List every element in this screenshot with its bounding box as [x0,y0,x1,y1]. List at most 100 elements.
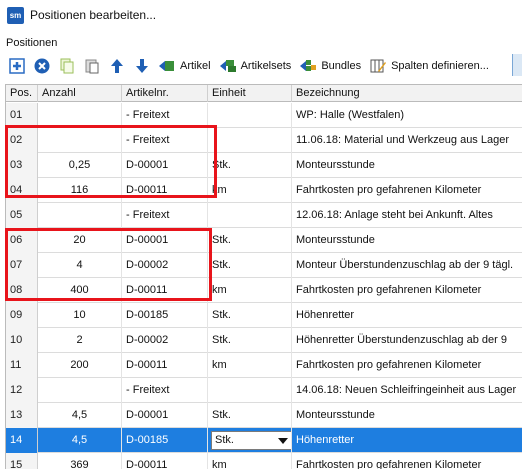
cell-artikelnr[interactable]: D-00002 [122,253,208,278]
cell-pos[interactable]: 11 [6,353,38,378]
cell-pos[interactable]: 07 [6,253,38,278]
cell-pos[interactable]: 10 [6,328,38,353]
add-position-icon[interactable] [6,55,28,77]
delete-icon[interactable] [31,55,53,77]
table-row[interactable]: 11 200 D-00011 km Fahrtkosten pro gefahrenen… [6,353,522,378]
cell-bezeichnung[interactable]: Monteur Überstundenzuschlag ab der 9 täg… [292,253,522,278]
cell-pos[interactable]: 12 [6,378,38,403]
add-article-button[interactable]: Artikel [156,55,211,77]
cell-anzahl[interactable]: 369 [38,453,122,469]
paste-icon[interactable] [81,55,103,77]
define-columns-button[interactable]: Spalten definieren... [367,55,489,77]
cell-pos[interactable]: 04 [6,178,38,203]
table-row[interactable]: 10 2 D-00002 Stk. Höhenretter Überstundenzus… [6,328,522,353]
toolbar-overflow-button[interactable] [512,54,522,76]
column-header-artikelnr[interactable]: Artikelnr. [122,85,208,102]
table-row[interactable]: 04 116 D-00011 km Fahrtkosten pro gefahrenen… [6,178,522,203]
move-down-icon[interactable] [131,55,153,77]
cell-artikelnr[interactable]: D-00185 [122,428,208,453]
cell-anzahl[interactable] [38,203,122,228]
column-header-einheit[interactable]: Einheit [208,85,292,102]
table-row[interactable]: 09 10 D-00185 Stk. Höhenretter [6,303,522,328]
table-row[interactable]: 01 - Freitext WP: Halle (Westfalen) [6,103,522,128]
cell-pos[interactable]: 15 [6,453,38,469]
cell-einheit[interactable] [208,203,292,228]
cell-anzahl[interactable]: 4,5 [38,403,122,428]
cell-artikelnr[interactable]: D-00011 [122,453,208,469]
cell-anzahl[interactable]: 116 [38,178,122,203]
cell-pos[interactable]: 09 [6,303,38,328]
cell-artikelnr[interactable]: D-00185 [122,303,208,328]
cell-bezeichnung[interactable]: 14.06.18: Neuen Schleifringeinheit aus L… [292,378,522,403]
cell-pos[interactable]: 02 [6,128,38,153]
cell-einheit[interactable]: Stk. [208,153,292,178]
table-row[interactable]: 14 4,5 D-00185 Stk. Höhenretter [6,428,522,453]
cell-einheit[interactable]: km [208,278,292,303]
table-row[interactable]: 03 0,25 D-00001 Stk. Monteursstunde [6,153,522,178]
table-row[interactable]: 02 - Freitext 11.06.18: Material und Werk… [6,128,522,153]
cell-anzahl[interactable]: 200 [38,353,122,378]
cell-pos[interactable]: 13 [6,403,38,428]
cell-einheit[interactable] [208,378,292,403]
cell-artikelnr[interactable]: - Freitext [122,103,208,128]
cell-artikelnr[interactable]: D-00011 [122,178,208,203]
cell-einheit[interactable]: Stk. [208,403,292,428]
cell-einheit[interactable]: km [208,178,292,203]
cell-einheit[interactable]: km [208,353,292,378]
cell-pos[interactable]: 01 [6,103,38,128]
cell-einheit[interactable]: Stk. [208,428,292,453]
cell-einheit[interactable]: Stk. [208,253,292,278]
cell-bezeichnung[interactable]: 11.06.18: Material und Werkzeug aus Lage… [292,128,522,153]
einheit-dropdown[interactable]: Stk. [211,431,291,450]
cell-artikelnr[interactable]: D-00001 [122,153,208,178]
table-row[interactable]: 12 - Freitext 14.06.18: Neuen Schleifringe… [6,378,522,403]
cell-artikelnr[interactable]: - Freitext [122,378,208,403]
column-header-bezeichnung[interactable]: Bezeichnung [292,85,522,102]
cell-anzahl[interactable]: 10 [38,303,122,328]
cell-einheit[interactable] [208,103,292,128]
cell-pos[interactable]: 03 [6,153,38,178]
chevron-down-icon[interactable] [278,438,288,444]
cell-bezeichnung[interactable]: Fahrtkosten pro gefahrenen Kilometer [292,353,522,378]
cell-anzahl[interactable] [38,128,122,153]
cell-anzahl[interactable]: 4,5 [38,428,122,453]
add-article-set-button[interactable]: Artikelsets [217,55,291,77]
cell-bezeichnung[interactable]: Fahrtkosten pro gefahrenen Kilometer [292,453,522,469]
cell-artikelnr[interactable]: - Freitext [122,203,208,228]
cell-artikelnr[interactable]: D-00001 [122,403,208,428]
cell-anzahl[interactable]: 20 [38,228,122,253]
cell-einheit[interactable]: Stk. [208,328,292,353]
column-header-pos[interactable]: Pos. [6,85,38,102]
table-row[interactable]: 05 - Freitext 12.06.18: Anlage steht bei A… [6,203,522,228]
cell-bezeichnung[interactable]: Fahrtkosten pro gefahrenen Kilometer [292,278,522,303]
cell-artikelnr[interactable]: D-00001 [122,228,208,253]
table-row[interactable]: 08 400 D-00011 km Fahrtkosten pro gefahrenen… [6,278,522,303]
copy-icon[interactable] [56,55,78,77]
cell-einheit[interactable]: Stk. [208,228,292,253]
cell-anzahl[interactable] [38,103,122,128]
column-header-anzahl[interactable]: Anzahl [38,85,122,102]
table-row[interactable]: 06 20 D-00001 Stk. Monteursstunde [6,228,522,253]
table-row[interactable]: 13 4,5 D-00001 Stk. Monteursstunde [6,403,522,428]
cell-pos[interactable]: 05 [6,203,38,228]
cell-pos[interactable]: 14 [6,428,38,453]
cell-artikelnr[interactable]: D-00002 [122,328,208,353]
cell-anzahl[interactable] [38,378,122,403]
cell-anzahl[interactable]: 400 [38,278,122,303]
cell-pos[interactable]: 08 [6,278,38,303]
cell-artikelnr[interactable]: D-00011 [122,278,208,303]
cell-bezeichnung[interactable]: Höhenretter [292,303,522,328]
table-row[interactable]: 07 4 D-00002 Stk. Monteur Überstundenzuschla… [6,253,522,278]
cell-bezeichnung[interactable]: WP: Halle (Westfalen) [292,103,522,128]
cell-bezeichnung[interactable]: 12.06.18: Anlage steht bei Ankunft. Alte… [292,203,522,228]
cell-bezeichnung[interactable]: Monteursstunde [292,228,522,253]
cell-anzahl[interactable]: 4 [38,253,122,278]
table-row[interactable]: 15 369 D-00011 km Fahrtkosten pro gefahrenen… [6,453,522,469]
cell-artikelnr[interactable]: - Freitext [122,128,208,153]
cell-anzahl[interactable]: 0,25 [38,153,122,178]
cell-bezeichnung[interactable]: Höhenretter [292,428,522,453]
move-up-icon[interactable] [106,55,128,77]
cell-bezeichnung[interactable]: Monteursstunde [292,153,522,178]
add-bundle-button[interactable]: Bundles [297,55,361,77]
cell-pos[interactable]: 06 [6,228,38,253]
